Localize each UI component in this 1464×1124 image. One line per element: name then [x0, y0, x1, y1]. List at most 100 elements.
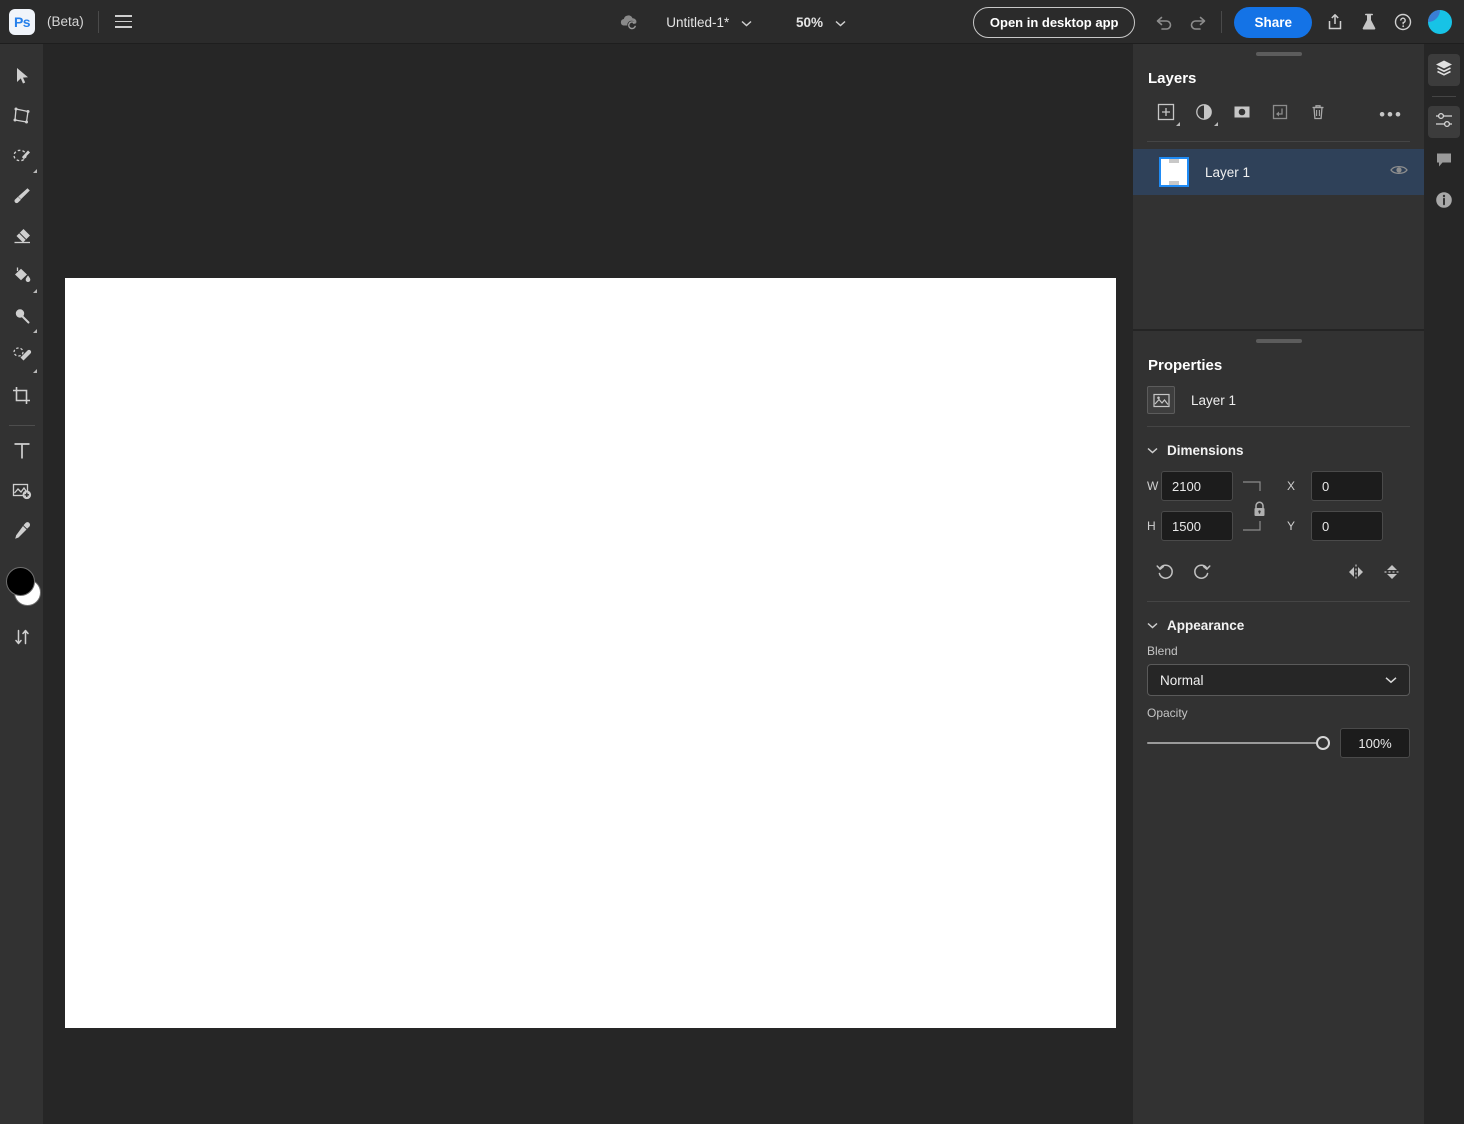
rail-comments-tab[interactable]: [1428, 146, 1460, 178]
info-circle-icon: [1434, 190, 1454, 215]
beta-label: (Beta): [47, 14, 84, 29]
add-layer-icon: [1157, 103, 1175, 126]
photoshop-logo[interactable]: Ps: [9, 8, 35, 35]
layers-more-options-button[interactable]: •••: [1372, 99, 1410, 129]
beaker-icon[interactable]: [1352, 5, 1386, 39]
flip-vertical-icon: [1383, 562, 1401, 587]
place-image-tool[interactable]: [3, 473, 41, 513]
swap-colors-button[interactable]: [3, 619, 41, 659]
open-in-desktop-app-button[interactable]: Open in desktop app: [972, 6, 1136, 38]
flyout-indicator: [1176, 122, 1180, 126]
eraser-tool[interactable]: [3, 218, 41, 258]
rotate-clockwise-button[interactable]: [1183, 559, 1219, 589]
height-row: H Y: [1147, 511, 1410, 541]
type-tool[interactable]: [3, 433, 41, 473]
right-icon-rail: [1424, 44, 1464, 1124]
transform-tool[interactable]: [3, 98, 41, 138]
dodge-icon: [11, 305, 33, 332]
dimensions-section-header[interactable]: Dimensions: [1133, 427, 1424, 459]
width-row: W X: [1147, 471, 1410, 501]
crop-icon: [11, 385, 33, 412]
add-image-icon: [11, 480, 33, 507]
link-bracket-top: [1233, 480, 1273, 492]
rotate-counterclockwise-button[interactable]: [1147, 559, 1183, 589]
y-input[interactable]: [1311, 511, 1383, 541]
paintbrush-icon: [11, 185, 33, 212]
layer-visibility-toggle[interactable]: [1390, 163, 1408, 182]
type-t-icon: [11, 440, 33, 467]
healing-brush-tool[interactable]: [3, 338, 41, 378]
top-right-divider: [1221, 11, 1223, 33]
appearance-section-header[interactable]: Appearance: [1133, 602, 1424, 634]
document-title[interactable]: Untitled-1*: [666, 15, 752, 30]
rail-properties-tab[interactable]: [1428, 106, 1460, 138]
flip-horizontal-button[interactable]: [1338, 559, 1374, 589]
eyedropper-tool[interactable]: [3, 513, 41, 553]
delete-layer-button[interactable]: [1299, 99, 1337, 129]
right-panels: Layers ••• Layer 1 Properties Layer 1 Di…: [1133, 44, 1424, 1124]
user-avatar[interactable]: [1428, 10, 1452, 34]
layer-thumbnail[interactable]: [1159, 157, 1189, 187]
lasso-select-tool[interactable]: [3, 138, 41, 178]
healing-brush-icon: [11, 345, 33, 372]
rail-layers-tab[interactable]: [1428, 54, 1460, 86]
color-swatches[interactable]: [2, 563, 42, 611]
hamburger-icon[interactable]: [113, 11, 134, 31]
canvas-document[interactable]: [65, 278, 1116, 1028]
height-input[interactable]: [1161, 511, 1233, 541]
share-button[interactable]: Share: [1234, 6, 1312, 38]
rail-info-tab[interactable]: [1428, 186, 1460, 218]
comment-bubble-icon: [1434, 150, 1454, 175]
undo-icon[interactable]: [1147, 5, 1181, 39]
eyedropper-icon: [11, 520, 33, 547]
add-layer-button[interactable]: [1147, 99, 1185, 129]
canvas-workspace[interactable]: [43, 44, 1133, 1124]
opacity-input[interactable]: [1340, 728, 1410, 758]
chevron-down-icon[interactable]: [741, 20, 752, 27]
move-tool[interactable]: [3, 58, 41, 98]
help-circle-icon[interactable]: [1386, 5, 1420, 39]
paint-bucket-tool[interactable]: [3, 258, 41, 298]
x-input[interactable]: [1311, 471, 1383, 501]
tool-flyout-indicator: [32, 289, 37, 293]
layers-toolbar: •••: [1133, 87, 1424, 129]
chevron-down-icon: [1147, 616, 1158, 634]
redo-icon[interactable]: [1181, 5, 1215, 39]
layers-stack-icon: [1434, 58, 1454, 83]
tool-flyout-indicator: [32, 329, 37, 333]
sliders-icon: [1434, 110, 1454, 135]
more-dots-icon: •••: [1379, 104, 1403, 124]
layers-panel: Layers ••• Layer 1: [1133, 52, 1424, 195]
adjustment-layer-button[interactable]: [1185, 99, 1223, 129]
foreground-color-swatch[interactable]: [5, 567, 35, 596]
rotate-cw-icon: [1192, 562, 1211, 586]
crop-tool[interactable]: [3, 378, 41, 418]
chevron-down-icon: [1385, 671, 1397, 689]
dodge-tool[interactable]: [3, 298, 41, 338]
cloud-sync-icon: [618, 13, 640, 31]
swap-arrows-icon: [12, 627, 32, 652]
width-input[interactable]: [1161, 471, 1233, 501]
lasso-select-icon: [11, 145, 33, 172]
flip-vertical-button[interactable]: [1374, 559, 1410, 589]
opacity-slider-track: [1147, 742, 1330, 744]
chevron-down-icon[interactable]: [835, 20, 846, 27]
lock-aspect-ratio-button[interactable]: [1252, 501, 1267, 523]
height-label: H: [1147, 519, 1156, 533]
table-row[interactable]: Layer 1: [1133, 149, 1424, 195]
properties-layer-name: Layer 1: [1191, 392, 1237, 408]
opacity-slider-knob[interactable]: [1316, 736, 1330, 750]
zoom-level-text: 50%: [796, 14, 824, 30]
paint-bucket-icon: [11, 265, 33, 292]
layer-mask-button[interactable]: [1223, 99, 1261, 129]
image-thumbnail-icon: [1147, 386, 1175, 414]
transform-buttons-row: [1133, 551, 1424, 589]
rail-divider: [1432, 96, 1456, 97]
opacity-slider[interactable]: [1147, 732, 1330, 754]
brush-tool[interactable]: [3, 178, 41, 218]
zoom-level-control[interactable]: 50%: [796, 15, 846, 30]
blend-mode-select[interactable]: Normal: [1147, 664, 1410, 696]
export-share-icon[interactable]: [1318, 5, 1352, 39]
document-title-text: Untitled-1*: [666, 14, 730, 30]
clipping-mask-button[interactable]: [1261, 99, 1299, 129]
